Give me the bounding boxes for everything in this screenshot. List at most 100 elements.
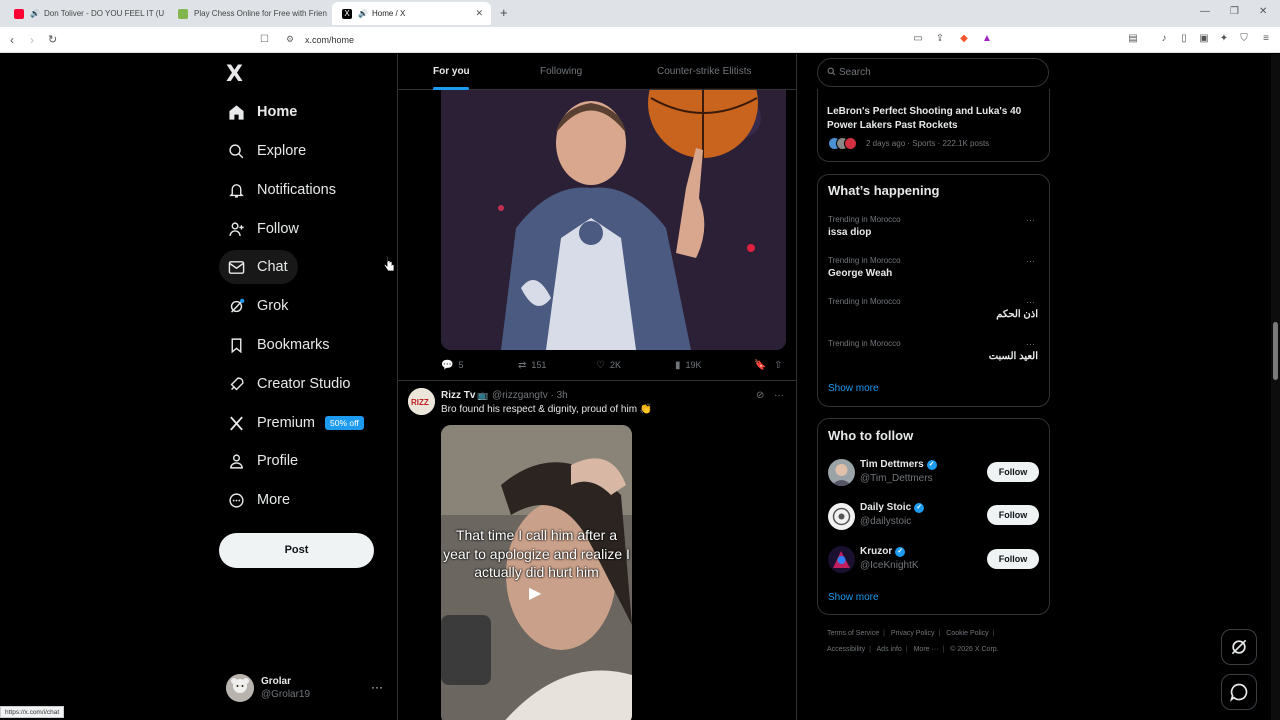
views-button[interactable]: ▮ 19K (675, 358, 702, 372)
music-icon[interactable]: ♪ (1158, 33, 1170, 45)
browser-tab-youtube[interactable]: 🔊 Don Toliver - DO YOU FEEL IT (U (4, 2, 164, 25)
like-button[interactable]: ♡ 2K (596, 358, 621, 372)
tab-counter-strike-elitists[interactable]: Counter-strike Elitists (657, 66, 751, 77)
tab-following[interactable]: Following (540, 66, 582, 77)
bookmark-page-icon[interactable]: ☐ (260, 34, 269, 45)
repost-button[interactable]: ⇄ 151 (518, 358, 546, 372)
show-more-follow-link[interactable]: Show more (828, 592, 879, 603)
author-name[interactable]: Rizz Tv (441, 390, 475, 401)
x-logo-icon[interactable]: X (226, 62, 243, 87)
new-tab-button[interactable]: + (500, 5, 508, 20)
follow-button[interactable]: Follow (987, 549, 1039, 569)
show-more-trends-link[interactable]: Show more (828, 383, 879, 394)
reader-icon[interactable]: ▤ (1127, 33, 1139, 45)
search-input[interactable]: Search (817, 58, 1049, 87)
grok-icon[interactable]: ⊘ (756, 390, 764, 401)
user-name: Tim Dettmers (860, 459, 924, 470)
avatar[interactable] (828, 503, 855, 530)
nav-more[interactable]: More (219, 483, 300, 517)
footer-link[interactable]: More ··· (914, 646, 939, 653)
suggested-user-name[interactable]: Tim Dettmers ✓ (860, 459, 937, 470)
view-count: 19K (685, 360, 702, 370)
nav-creator-studio[interactable]: Creator Studio (219, 367, 361, 401)
video-player[interactable]: That time I call him after a year to apo… (441, 425, 632, 720)
news-headline[interactable]: LeBron's Perfect Shooting and Luka's 40 … (827, 105, 1042, 132)
author-handle[interactable]: @rizzgangtv · 3h (492, 390, 568, 401)
nav-label: Chat (257, 259, 288, 275)
suggested-user-name[interactable]: Kruzor ✓ (860, 546, 906, 557)
nav-notifications[interactable]: Notifications (219, 173, 346, 207)
forward-button[interactable]: › (30, 33, 34, 47)
nav-premium[interactable]: Premium 50% off (219, 406, 374, 440)
share-button[interactable]: ⇧ (774, 358, 787, 372)
trend-name[interactable]: العيد السبت (989, 351, 1038, 362)
wallet-icon[interactable]: ▣ (1198, 33, 1210, 45)
account-switcher[interactable]: Grolar @Grolar19 ··· (226, 674, 386, 704)
nav-explore[interactable]: Explore (219, 134, 316, 168)
more-dots-icon[interactable]: ··· (774, 390, 784, 401)
bookmark-icon (227, 336, 245, 354)
suggested-user-name[interactable]: Daily Stoic ✓ (860, 502, 925, 513)
brave-rewards-icon[interactable]: ▲ (981, 33, 993, 45)
views-icon: ▮ (675, 359, 681, 371)
whats-happening-card (817, 174, 1050, 407)
avatar[interactable]: RIZZ (408, 388, 435, 415)
reply-button[interactable]: 💬 5 (441, 358, 463, 372)
footer-link[interactable]: Ads info (877, 646, 902, 653)
more-dots-icon[interactable]: ··· (1026, 339, 1035, 349)
follow-button[interactable]: Follow (987, 505, 1039, 525)
video-caption: That time I call him after a year to apo… (443, 527, 630, 580)
trend-name[interactable]: اذن الحكم (996, 309, 1038, 320)
scrollbar-thumb[interactable] (1273, 322, 1278, 380)
site-settings-icon[interactable]: ⚙ (286, 34, 294, 45)
chat-float-button[interactable] (1221, 674, 1257, 710)
post-image[interactable] (441, 88, 786, 350)
more-dots-icon[interactable]: ··· (1026, 215, 1035, 225)
premium-discount-badge: 50% off (325, 416, 364, 430)
back-button[interactable]: ‹ (10, 33, 14, 47)
play-icon[interactable]: ▶ (529, 583, 541, 603)
bell-icon (227, 181, 245, 199)
more-dots-icon[interactable]: ··· (371, 680, 383, 694)
nav-label: Follow (257, 221, 299, 237)
trend-name[interactable]: issa diop (828, 227, 871, 238)
restore-button[interactable]: ❐ (1230, 6, 1239, 17)
tab-for-you[interactable]: For you (433, 66, 470, 77)
cast-icon[interactable]: ▭ (912, 33, 924, 45)
close-tab-icon[interactable]: ✕ (475, 8, 483, 19)
page-scrollbar[interactable] (1271, 54, 1280, 720)
nav-profile[interactable]: Profile (219, 444, 308, 478)
nav-follow[interactable]: Follow (219, 212, 309, 246)
nav-chat[interactable]: Chat (219, 250, 298, 284)
avatar[interactable] (828, 546, 855, 573)
avatar[interactable] (828, 459, 855, 486)
sidebar-icon[interactable]: ▯ (1178, 33, 1190, 45)
nav-bookmarks[interactable]: Bookmarks (219, 328, 340, 362)
url-text[interactable]: x.com/home (305, 35, 354, 45)
reload-button[interactable]: ↻ (48, 33, 57, 46)
share-icon[interactable]: ⇪ (934, 33, 946, 45)
vpn-icon[interactable]: ⛉ (1238, 33, 1250, 45)
menu-icon[interactable]: ≡ (1260, 33, 1272, 45)
trend-name[interactable]: George Weah (828, 268, 892, 279)
nav-home[interactable]: Home (219, 95, 307, 129)
more-dots-icon[interactable]: ··· (1026, 256, 1035, 266)
footer-link[interactable]: Accessibility (827, 646, 865, 653)
footer-link[interactable]: Privacy Policy (891, 630, 935, 637)
verified-badge-icon: ✓ (914, 502, 925, 513)
minimize-button[interactable]: — (1200, 6, 1210, 17)
grok-float-button[interactable] (1221, 629, 1257, 665)
footer-link[interactable]: Cookie Policy (946, 630, 988, 637)
browser-tab-chess[interactable]: Play Chess Online for Free with Frien (168, 2, 328, 25)
footer-link[interactable]: Terms of Service (827, 630, 879, 637)
bookmark-button[interactable]: 🔖 (754, 358, 771, 372)
close-window-button[interactable]: ✕ (1259, 6, 1267, 17)
tab-title: Home / X (371, 9, 406, 18)
brave-shield-icon[interactable]: ◆ (958, 33, 970, 45)
leo-ai-icon[interactable]: ✦ (1218, 33, 1230, 45)
post-button[interactable]: Post (219, 533, 374, 568)
nav-grok[interactable]: Grok (219, 289, 298, 323)
more-dots-icon[interactable]: ··· (1026, 297, 1035, 307)
browser-tab-x-home[interactable]: X 🔊 Home / X ✕ (332, 2, 491, 25)
follow-button[interactable]: Follow (987, 462, 1039, 482)
